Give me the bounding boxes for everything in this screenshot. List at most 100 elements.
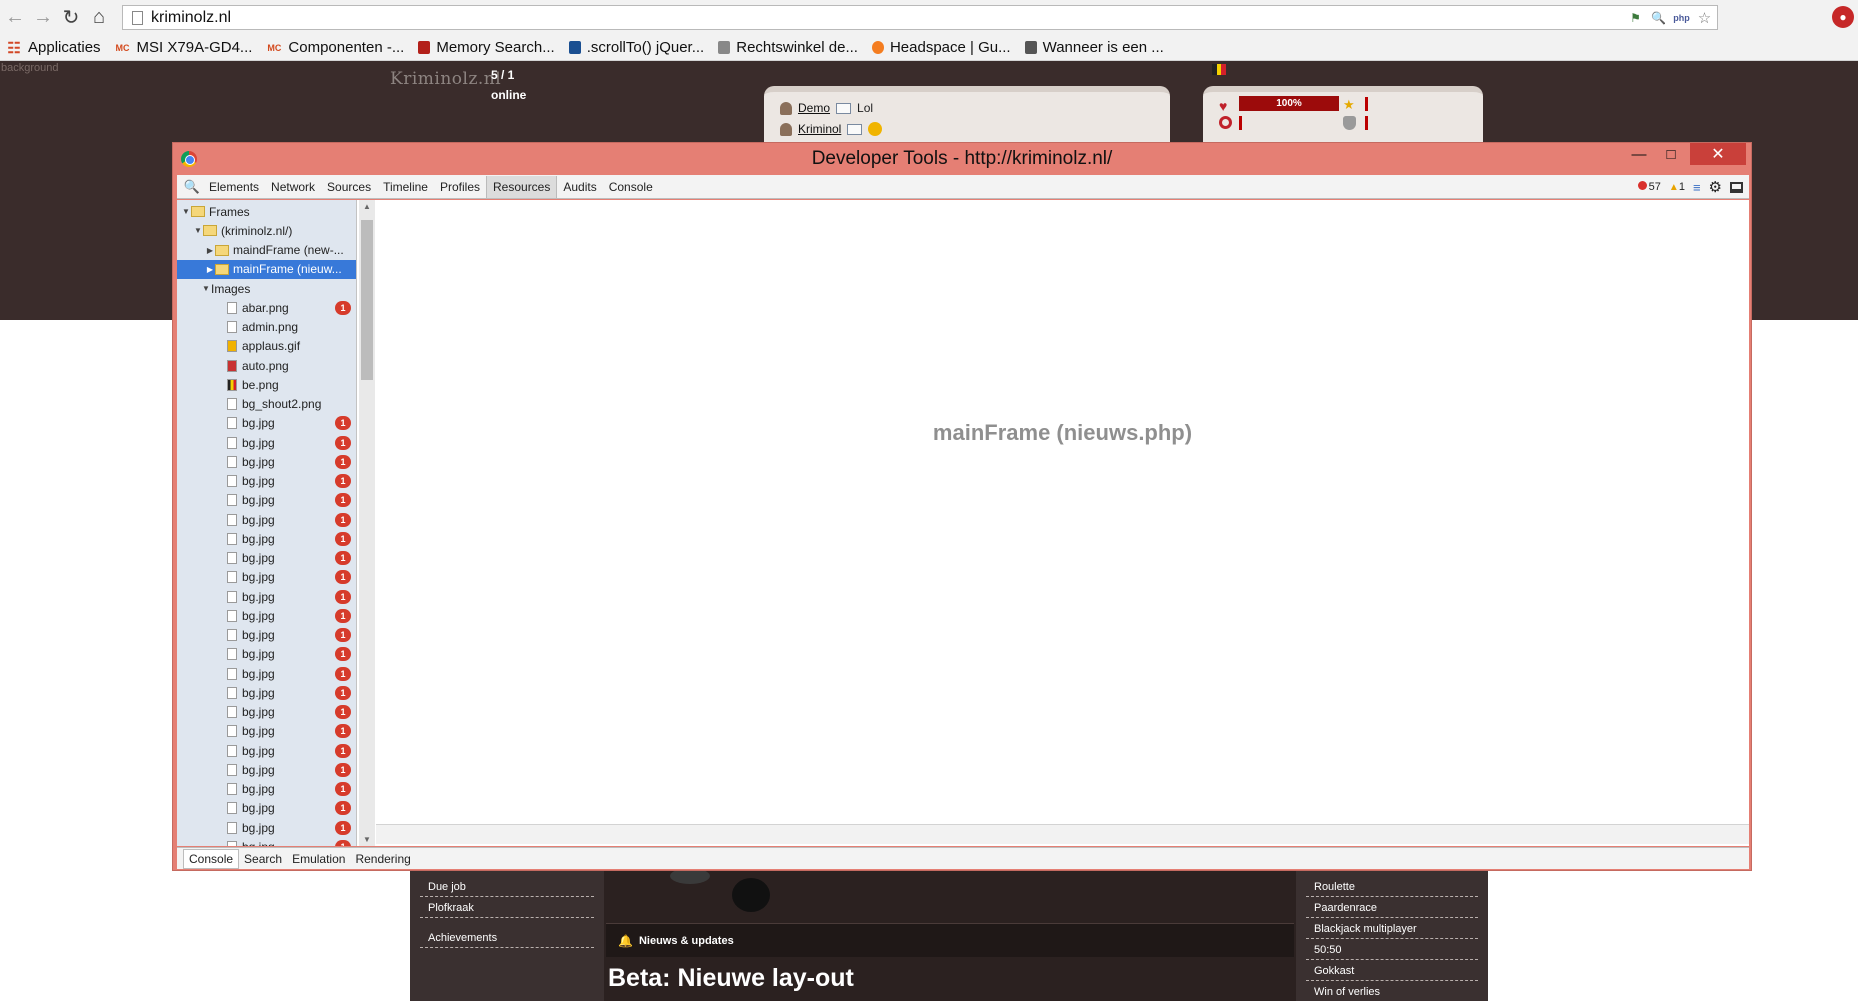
error-count[interactable]: 57 [1637,181,1661,193]
tab-sources[interactable]: Sources [321,176,377,198]
reload-icon[interactable]: ↻ [58,5,84,31]
tree-file-item[interactable]: bg.jpg 1 [177,568,356,587]
tab-profiles[interactable]: Profiles [434,176,486,198]
bookmark-item[interactable]: Wanneer is een ... [1024,39,1164,56]
menu-item[interactable]: Achievements [420,927,594,948]
tab-timeline[interactable]: Timeline [377,176,434,198]
chrome-menu-icon[interactable]: ● [1832,6,1854,28]
preview-horizontal-scrollbar[interactable] [376,824,1749,844]
star-icon[interactable]: ☆ [1695,9,1714,27]
tree-file-item[interactable]: bg.jpg 1 [177,722,356,741]
tree-file-item[interactable]: admin.png [177,318,356,337]
tree-folder-item[interactable]: ▼ Images [177,279,356,298]
menu-item[interactable]: Blackjack multiplayer [1306,918,1478,939]
tree-file-item[interactable]: bg.jpg 1 [177,491,356,510]
tree-file-item[interactable]: bg.jpg 1 [177,587,356,606]
tab-resources[interactable]: Resources [486,175,558,198]
tree-folder-item[interactable]: ▶ mainFrame (nieuw... [177,259,356,279]
tree-folder-item[interactable]: ▼ (kriminolz.nl/) [177,221,356,240]
triangle-down-icon[interactable]: ▼ [193,226,203,235]
user-name[interactable]: Demo [798,101,830,115]
drawer-tab-rendering[interactable]: Rendering [350,850,415,868]
bookmark-item[interactable]: Rechtswinkel de... [718,39,858,56]
tree-file-item[interactable]: bg.jpg 1 [177,760,356,779]
flag-extension-icon[interactable]: ⚑ [1626,9,1645,27]
tree-file-item[interactable]: bg.jpg 1 [177,683,356,702]
close-icon[interactable]: ✕ [1690,143,1746,165]
bookmark-item[interactable]: MC MSI X79A-GD4... [115,39,253,56]
tree-file-item[interactable]: bg.jpg 1 [177,606,356,625]
tree-file-item[interactable]: bg.jpg 1 [177,626,356,645]
bookmark-item[interactable]: Memory Search... [418,39,555,56]
menu-item[interactable]: Gokkast [1306,960,1478,981]
console-toggle-icon[interactable]: ≡ [1693,180,1701,195]
tree-file-item[interactable]: bg.jpg 1 [177,818,356,837]
address-bar[interactable]: kriminolz.nl ⚑ 🔍 php ☆ [122,5,1718,30]
menu-item[interactable]: Roulette [1306,876,1478,897]
tree-file-item[interactable]: auto.png [177,356,356,375]
tree-file-item[interactable]: bg.jpg 1 [177,452,356,471]
drawer-tab-search[interactable]: Search [239,850,287,868]
tree-file-item[interactable]: bg.jpg 1 [177,529,356,548]
tree-file-item[interactable]: bg.jpg 1 [177,780,356,799]
belgium-flag-icon[interactable] [1212,64,1227,75]
tree-file-item[interactable]: bg.jpg 1 [177,837,356,846]
php-extension-icon[interactable]: php [1672,9,1691,27]
tree-file-item[interactable]: bg_shout2.png [177,395,356,414]
warning-count[interactable]: ▲1 [1669,181,1685,193]
bookmark-item[interactable]: MC Componenten -... [266,39,404,56]
bookmark-item[interactable]: Headspace | Gu... [871,39,1011,56]
tree-file-item[interactable]: bg.jpg 1 [177,414,356,433]
tab-network[interactable]: Network [265,176,321,198]
drawer-tab-emulation[interactable]: Emulation [287,850,350,868]
tree-file-item[interactable]: be.png [177,375,356,394]
tree-file-item[interactable]: bg.jpg 1 [177,510,356,529]
menu-item[interactable]: Paardenrace [1306,897,1478,918]
tree-file-item[interactable]: applaus.gif [177,337,356,356]
tree-file-item[interactable]: bg.jpg 1 [177,645,356,664]
tree-file-item[interactable]: bg.jpg 1 [177,741,356,760]
tree-file-item[interactable]: bg.jpg 1 [177,549,356,568]
tab-console[interactable]: Console [603,176,659,198]
forward-icon[interactable]: → [30,5,56,31]
menu-item[interactable]: Due job [420,876,594,897]
triangle-down-icon[interactable]: ▼ [181,207,191,216]
scrollbar-thumb[interactable] [361,220,373,380]
drawer-tab-console[interactable]: Console [183,848,240,869]
tree-file-item[interactable]: abar.png 1 [177,298,356,317]
bookmark-item[interactable]: .scrollTo() jQuer... [568,39,704,56]
url-text[interactable]: kriminolz.nl [151,9,231,27]
menu-item[interactable]: Win of verlies [1306,981,1478,1001]
triangle-right-icon[interactable]: ▶ [205,246,215,255]
mail-icon[interactable] [847,123,863,135]
maximize-icon[interactable]: □ [1656,143,1686,165]
back-icon[interactable]: ← [2,5,28,31]
tab-elements[interactable]: Elements [203,176,265,198]
tree-file-item[interactable]: bg.jpg 1 [177,664,356,683]
tree-file-item[interactable]: bg.jpg 1 [177,472,356,491]
scroll-down-icon[interactable]: ▼ [363,835,371,844]
tree-folder-item[interactable]: ▶ maindFrame (new-... [177,241,356,260]
dock-icon[interactable] [1730,181,1743,193]
scroll-up-icon[interactable]: ▲ [363,202,371,211]
menu-item[interactable]: 50:50 [1306,939,1478,960]
magnifier-extension-icon[interactable]: 🔍 [1649,9,1668,27]
menu-item[interactable]: Plofkraak [420,897,594,918]
site-logo[interactable]: Kriminolz.nl [390,69,501,89]
tree-file-item[interactable]: bg.jpg 1 [177,433,356,452]
triangle-right-icon[interactable]: ▶ [205,265,215,274]
bookmark-item[interactable]: ☷ Applicaties [6,39,100,57]
tree-file-item[interactable]: bg.jpg 1 [177,703,356,722]
tree-scrollbar[interactable]: ▲ ▼ [359,200,375,846]
search-icon[interactable]: 🔍 [181,176,203,198]
tree-folder-item[interactable]: ▼ Frames [177,202,356,221]
home-icon[interactable]: ⌂ [86,5,112,31]
minimize-icon[interactable]: — [1624,143,1654,165]
tree-file-item[interactable]: bg.jpg 1 [177,799,356,818]
mail-icon[interactable] [836,102,852,114]
news-headline[interactable]: Beta: Nieuwe lay-out [608,964,854,993]
triangle-down-icon[interactable]: ▼ [201,284,211,293]
gear-icon[interactable]: ⚙ [1709,178,1722,196]
user-name[interactable]: Kriminol [798,122,841,136]
devtools-titlebar[interactable]: Developer Tools - http://kriminolz.nl/ —… [173,143,1751,174]
